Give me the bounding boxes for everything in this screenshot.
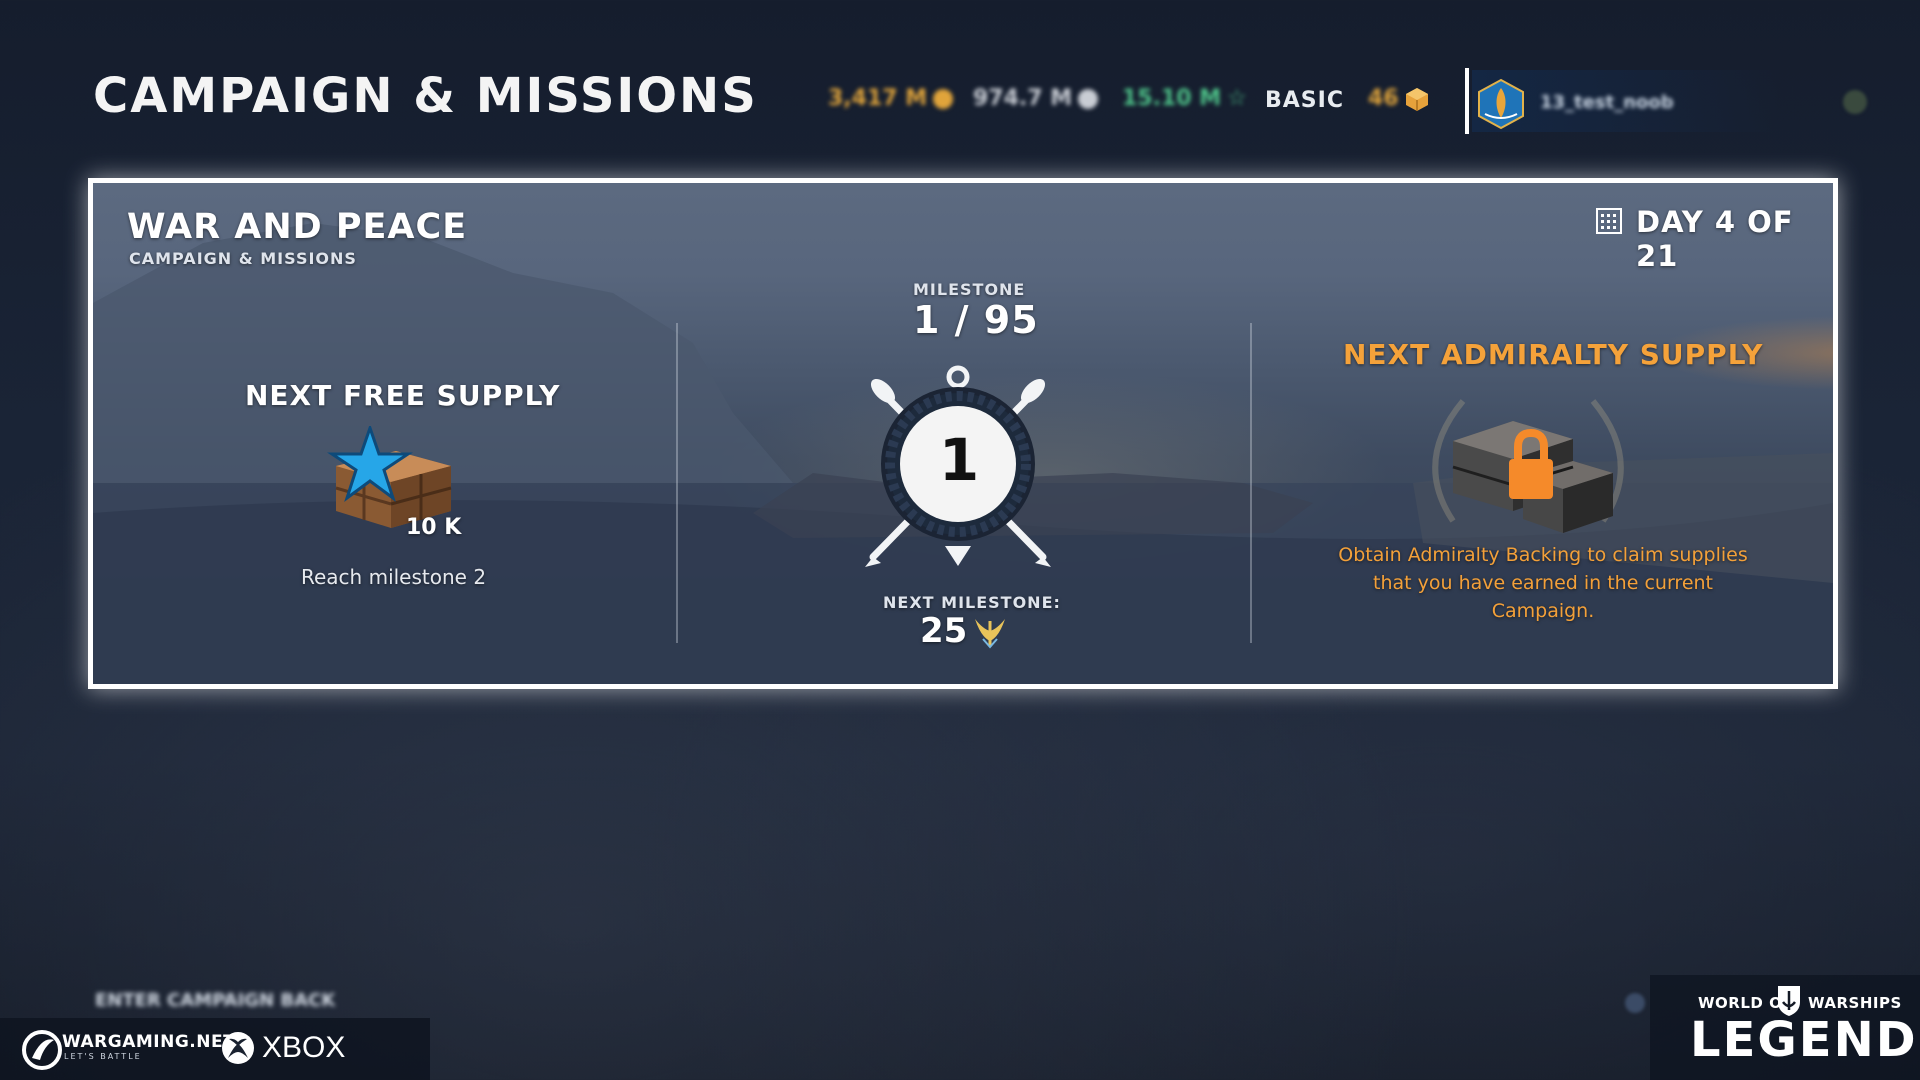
game-logo-warships: WARSHIPS: [1808, 994, 1902, 1012]
event-subtitle: CAMPAIGN & MISSIONS: [129, 249, 357, 268]
event-title: WAR AND PEACE: [127, 207, 468, 247]
free-supply-amount: 10 K: [406, 515, 462, 540]
wargaming-tagline: LET'S BATTLE: [64, 1052, 142, 1061]
doubloon-value: 46: [1368, 86, 1399, 111]
calendar-icon: [1596, 208, 1622, 234]
xbox-logo-icon: [222, 1032, 254, 1064]
next-milestone-label: NEXT MILESTONE:: [883, 593, 1061, 612]
xp-star-icon: ☆: [1227, 86, 1247, 111]
admiralty-supply-title: NEXT ADMIRALTY SUPPLY: [1343, 338, 1764, 371]
next-milestone-value: 25: [920, 611, 968, 651]
credits-value: 3,417 M: [828, 86, 928, 111]
profile-menu-button[interactable]: [1843, 90, 1867, 114]
crate-icon: [1406, 88, 1428, 111]
free-supply-requirement: Reach milestone 2: [301, 565, 487, 589]
xp-balance: 15.10 M ☆: [1122, 86, 1247, 111]
winged-anchor-icon: [975, 619, 1005, 649]
xbox-logo-text: XBOX: [262, 1031, 346, 1064]
milestone-label: MILESTONE: [913, 280, 1026, 299]
xp-value: 15.10 M: [1122, 86, 1222, 111]
player-name: 13_test_noob: [1540, 92, 1674, 113]
milestone-progress: 1 / 95: [913, 298, 1039, 342]
credits-icon: [933, 89, 954, 109]
account-type-label: BASIC: [1265, 88, 1344, 113]
page-title: CAMPAIGN & MISSIONS: [93, 68, 758, 124]
doubloon-balance: 46: [1368, 86, 1399, 111]
silver-value: 974.7 M: [973, 86, 1073, 111]
player-emblem-icon: [1478, 78, 1524, 130]
game-logo-legends: LEGENDS: [1690, 1012, 1920, 1068]
wargaming-logo-text: WARGAMING.NET: [62, 1032, 236, 1052]
credits-balance: 3,417 M: [828, 86, 954, 111]
wargaming-logo-icon: [22, 1030, 62, 1070]
admiralty-supply-crate-icon[interactable]: [1423, 381, 1633, 551]
free-supply-title: NEXT FREE SUPPLY: [245, 379, 561, 412]
silver-balance: 974.7 M: [973, 86, 1099, 111]
column-divider-left: [676, 323, 678, 643]
controller-hint-icon: [1625, 993, 1645, 1013]
column-divider-right: [1250, 323, 1252, 643]
campaign-panel[interactable]: WAR AND PEACE CAMPAIGN & MISSIONS DAY 4 …: [88, 178, 1838, 689]
silver-icon: [1078, 89, 1099, 109]
milestone-current-number: 1: [938, 426, 980, 494]
profile-divider: [1465, 68, 1469, 134]
controller-hints: ENTER CAMPAIGN BACK: [95, 990, 336, 1011]
day-counter: DAY 4 OF 21: [1636, 205, 1794, 273]
admiralty-supply-description: Obtain Admiralty Backing to claim suppli…: [1338, 544, 1748, 622]
